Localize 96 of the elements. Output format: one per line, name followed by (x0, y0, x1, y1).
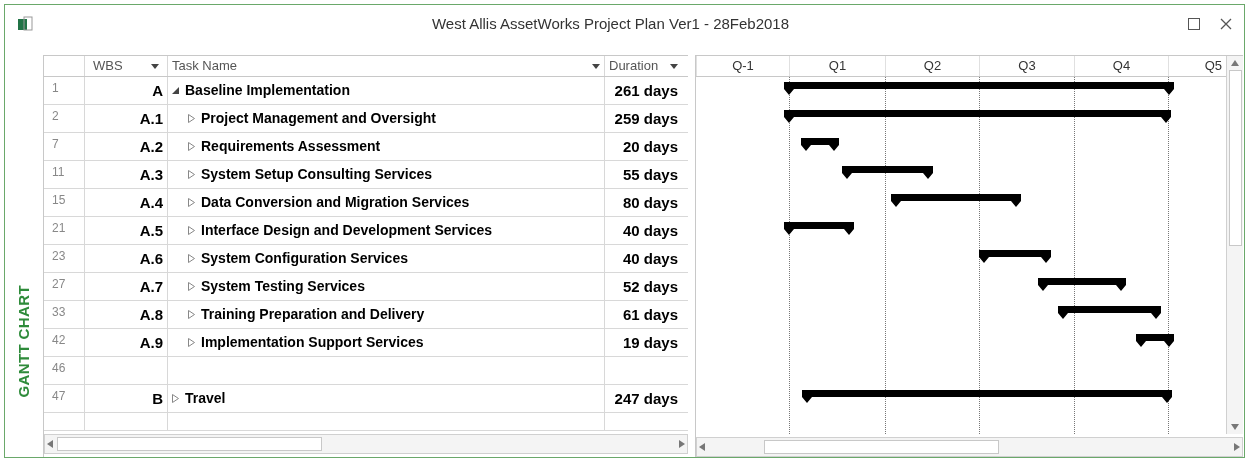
duration-cell: 261 days (604, 77, 682, 104)
row-number: 47 (51, 388, 67, 405)
gantt-bar[interactable] (801, 138, 839, 151)
task-name: Project Management and Oversight (201, 109, 436, 128)
task-name: Training Preparation and Delivery (201, 305, 425, 324)
duration-cell: 61 days (604, 301, 682, 328)
task-name: System Testing Services (201, 277, 365, 296)
expand-icon[interactable] (188, 226, 195, 235)
row-number: 2 (51, 108, 60, 125)
gantt-bar[interactable] (784, 110, 1171, 123)
expand-icon[interactable] (188, 310, 195, 319)
row-number: 23 (51, 248, 67, 265)
expand-icon[interactable] (188, 338, 195, 347)
maximize-icon[interactable] (1188, 18, 1200, 30)
wbs-cell: A.1 (84, 105, 167, 132)
gantt-bar[interactable] (1136, 334, 1174, 347)
close-icon[interactable] (1220, 18, 1232, 30)
expand-icon[interactable] (188, 142, 195, 151)
gantt-bar[interactable] (1038, 278, 1126, 291)
view-label: GANTT CHART (13, 284, 33, 397)
horizontal-scrollbar[interactable] (44, 434, 688, 454)
scroll-thumb[interactable] (57, 437, 322, 451)
row-number: 42 (51, 332, 67, 349)
row-number: 11 (51, 164, 66, 181)
quarter-label: Q1 (828, 57, 847, 76)
wbs-cell: A.3 (84, 161, 167, 188)
dropdown-icon[interactable] (670, 63, 678, 69)
scroll-thumb[interactable] (1228, 70, 1242, 246)
quarter-label: Q3 (1018, 57, 1036, 76)
expand-icon[interactable] (188, 114, 195, 123)
task-name: System Configuration Services (201, 249, 408, 268)
expand-icon[interactable] (188, 170, 195, 179)
duration-cell: 19 days (604, 329, 682, 356)
quarter-label: Q4 (1112, 57, 1131, 76)
gantt-bar[interactable] (784, 222, 854, 235)
gantt-bar[interactable] (979, 250, 1051, 263)
wbs-cell: A.6 (84, 245, 167, 272)
horizontal-scrollbar[interactable] (696, 437, 1243, 457)
wbs-cell: A.5 (84, 217, 167, 244)
row-number: 33 (51, 304, 67, 321)
task-name: Travel (185, 389, 226, 408)
duration-cell: 52 days (604, 273, 682, 300)
quarter-label: Q5 (1204, 57, 1222, 76)
wbs-cell: A.2 (84, 133, 167, 160)
row-number: 15 (51, 192, 67, 209)
app-icon (17, 16, 33, 32)
task-name: Implementation Support Services (201, 333, 424, 352)
expand-icon[interactable] (188, 198, 195, 207)
scroll-down-icon[interactable] (1231, 424, 1239, 430)
scroll-right-icon[interactable] (679, 440, 685, 448)
wbs-cell: A.8 (84, 301, 167, 328)
scroll-up-icon[interactable] (1231, 60, 1239, 66)
task-name: Interface Design and Development Services (201, 221, 492, 240)
wbs-cell: B (84, 385, 167, 412)
expand-icon[interactable] (188, 282, 195, 291)
wbs-cell: A.4 (84, 189, 167, 216)
row-number: 7 (51, 136, 60, 153)
row-number: 1 (51, 80, 60, 97)
expand-icon[interactable] (172, 394, 179, 403)
task-name: Requirements Assessment (201, 137, 381, 156)
scroll-thumb[interactable] (764, 440, 999, 454)
duration-cell: 40 days (604, 245, 682, 272)
row-number: 27 (51, 276, 67, 293)
expand-icon[interactable] (188, 254, 195, 263)
duration-cell: 55 days (604, 161, 682, 188)
gantt-bar[interactable] (1058, 306, 1161, 319)
scroll-left-icon[interactable] (47, 440, 53, 448)
dropdown-icon[interactable] (592, 63, 600, 69)
quarter-label: Q2 (923, 57, 942, 76)
task-name: System Setup Consulting Services (201, 165, 433, 184)
duration-cell: 80 days (604, 189, 682, 216)
gantt-bar[interactable] (891, 194, 1021, 207)
wbs-cell: A (84, 77, 167, 104)
gantt-bar[interactable] (802, 390, 1172, 403)
wbs-cell: A.7 (84, 273, 167, 300)
vertical-scrollbar[interactable] (1226, 56, 1243, 434)
dropdown-icon[interactable] (151, 63, 159, 69)
gantt-bar[interactable] (842, 166, 933, 179)
column-header[interactable]: WBS (84, 56, 167, 76)
task-name: Baseline Implementation (185, 81, 350, 100)
row-number: 21 (51, 220, 67, 237)
duration-cell: 247 days (604, 385, 682, 412)
scroll-left-icon[interactable] (699, 443, 705, 451)
task-name: Data Conversion and Migration Services (201, 193, 470, 212)
quarter-label: Q-1 (732, 57, 754, 76)
column-header[interactable]: Duration (604, 56, 682, 76)
scroll-right-icon[interactable] (1234, 443, 1240, 451)
column-header[interactable]: Task Name (167, 56, 604, 76)
row-number: 46 (51, 360, 67, 377)
wbs-cell: A.9 (84, 329, 167, 356)
window-title: West Allis AssetWorks Project Plan Ver1 - 28Feb2018 (430, 13, 791, 34)
duration-cell: 20 days (604, 133, 682, 160)
duration-cell: 259 days (604, 105, 682, 132)
duration-cell: 40 days (604, 217, 682, 244)
collapse-icon[interactable] (172, 87, 179, 94)
gantt-bar[interactable] (784, 82, 1174, 95)
